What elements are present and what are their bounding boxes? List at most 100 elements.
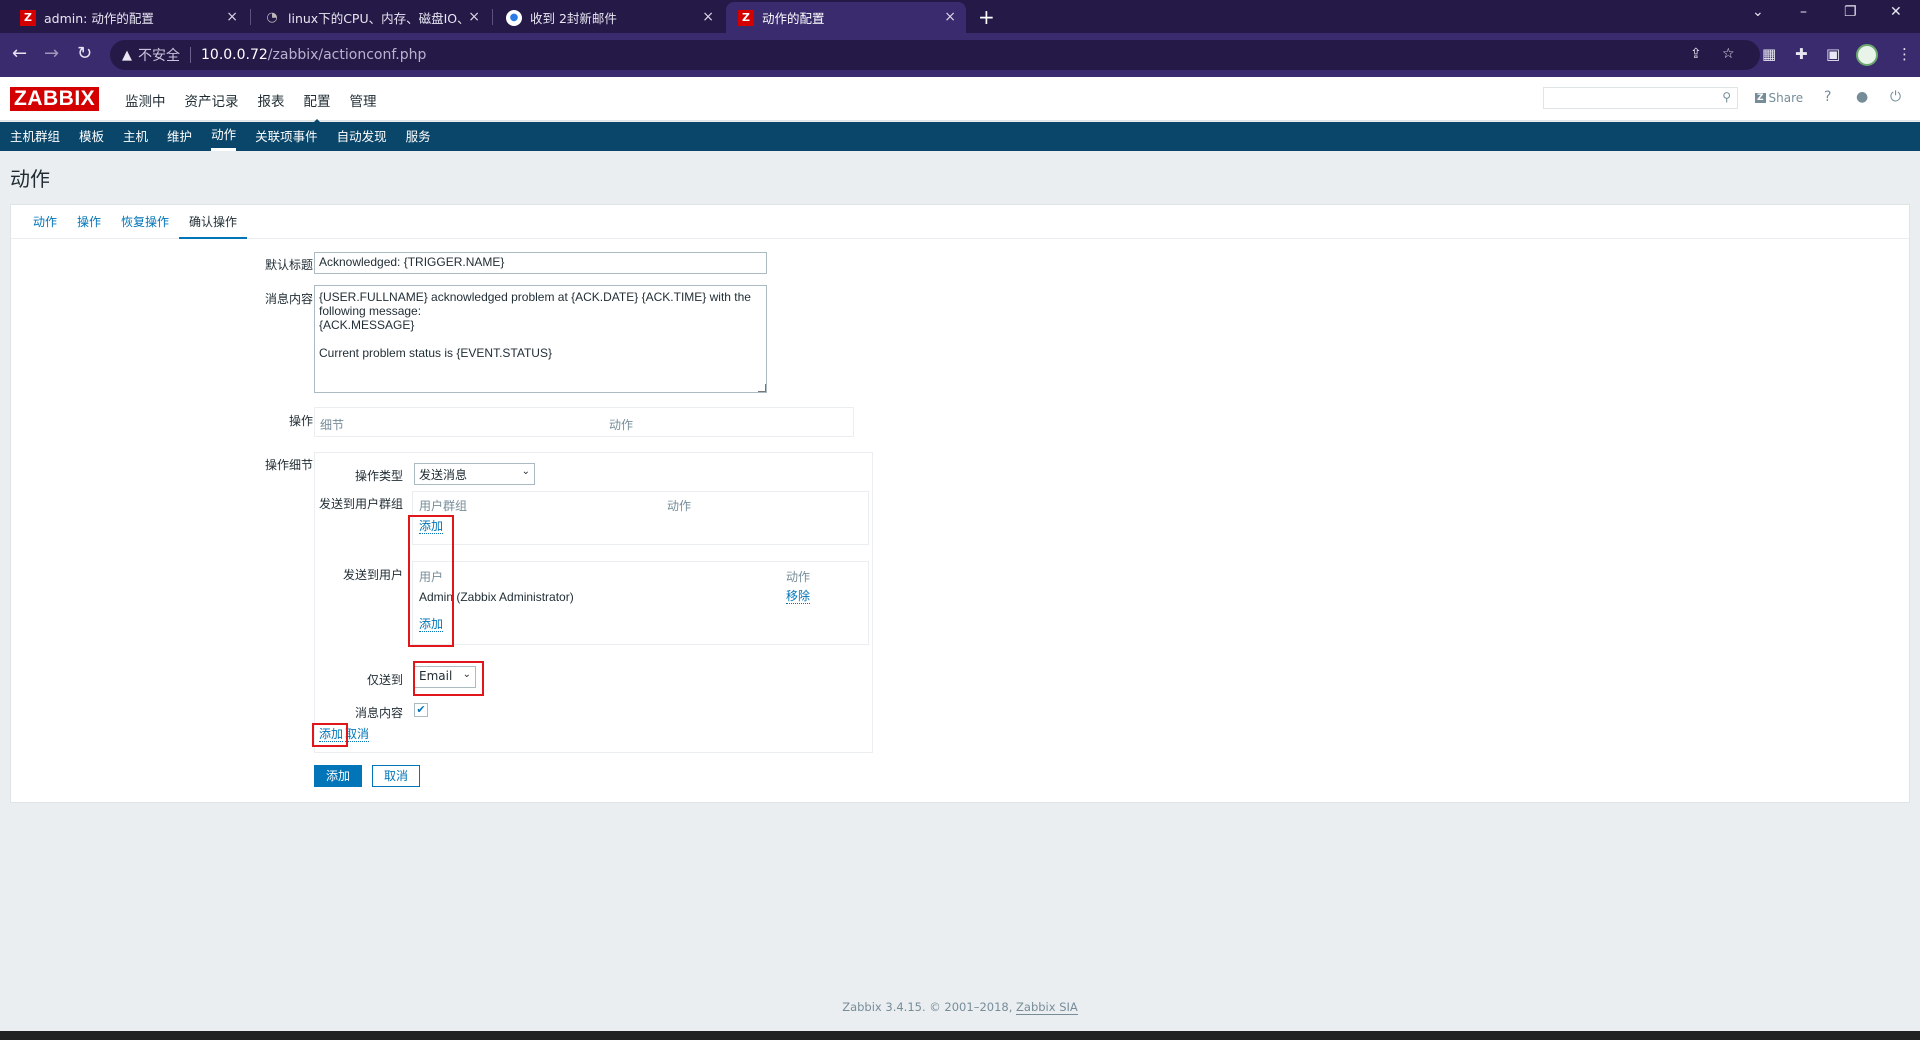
submenu-event-correlation[interactable]: 关联项事件	[255, 122, 318, 151]
submenu-discovery[interactable]: 自动发现	[337, 122, 387, 151]
tab-title: admin: 动作的配置	[44, 11, 154, 26]
submenu-host-groups[interactable]: 主机群组	[10, 122, 60, 151]
user-groups-table: 用户群组 动作 添加	[412, 491, 869, 545]
footer-zabbix-sia-link[interactable]: Zabbix SIA	[1016, 1000, 1078, 1015]
browser-tab-2[interactable]: ◔ linux下的CPU、内存、磁盘IO、 ×	[252, 2, 490, 33]
submenu-templates[interactable]: 模板	[79, 122, 104, 151]
warning-icon: ▲	[122, 47, 132, 63]
share-label: Share	[1768, 91, 1804, 105]
submenu-services[interactable]: 服务	[406, 122, 431, 151]
profile-avatar[interactable]	[1856, 44, 1878, 66]
send-to-users-label: 发送到用户	[342, 568, 403, 582]
default-message-label: 消息内容	[354, 706, 403, 720]
share-button[interactable]: Z Share	[1755, 91, 1803, 105]
submenu-maintenance[interactable]: 维护	[167, 122, 192, 151]
detail-cancel-link[interactable]: 取消	[345, 728, 370, 742]
add-button[interactable]: 添加	[314, 765, 362, 787]
zabbix-share-icon: Z	[1755, 93, 1766, 103]
insecure-label: 不安全	[138, 48, 180, 64]
new-tab-icon[interactable]: +	[978, 5, 995, 29]
minimize-icon[interactable]: –	[1800, 4, 1807, 20]
chevron-down-icon: ⌄	[521, 466, 530, 477]
browser-tab-bar: Z admin: 动作的配置 × ◔ linux下的CPU、内存、磁盘IO、 ×…	[0, 0, 1920, 33]
logout-icon[interactable]: ⏻	[1890, 89, 1901, 105]
browser-toolbar: ← → ↻ ▲ 不安全 10.0.0.72/zabbix/actionconf.…	[0, 33, 1920, 77]
menu-administration[interactable]: 管理	[350, 90, 377, 110]
close-icon[interactable]: ×	[468, 9, 480, 25]
zabbix-header: ZABBIX 监测中 资产记录 报表 配置 管理 ⚲ Z Share ? ● ⏻	[0, 77, 1920, 125]
remove-user-link[interactable]: 移除	[786, 590, 811, 604]
message-label: 消息内容	[264, 292, 313, 306]
operations-table: 细节 动作	[314, 407, 854, 437]
extension-icon[interactable]: ▦	[1762, 45, 1776, 63]
address-bar[interactable]: ▲ 不安全 10.0.0.72/zabbix/actionconf.php ⇪ …	[110, 40, 1760, 70]
help-icon[interactable]: ?	[1824, 89, 1831, 105]
default-message-checkbox[interactable]: ✔	[414, 703, 428, 717]
search-input[interactable]: ⚲	[1543, 87, 1738, 109]
textarea-resize-handle[interactable]	[758, 384, 766, 392]
default-subject-label: 默认标题	[264, 258, 313, 272]
menu-configuration[interactable]: 配置	[304, 90, 331, 125]
operation-type-value: 发送消息	[419, 468, 468, 482]
browser-tab-1[interactable]: Z admin: 动作的配置 ×	[8, 2, 248, 33]
sub-menu: 主机群组 模板 主机 维护 动作 关联项事件 自动发现 服务	[0, 122, 1920, 151]
submenu-hosts[interactable]: 主机	[123, 122, 148, 151]
reload-icon[interactable]: ↻	[77, 43, 92, 64]
highlight-detail-add-box	[312, 723, 348, 747]
user-profile-icon[interactable]: ●	[1856, 89, 1868, 105]
url-path: /zabbix/actionconf.php	[267, 47, 427, 63]
share-page-icon[interactable]: ⇪	[1690, 46, 1702, 62]
forward-arrow-icon[interactable]: →	[44, 43, 59, 64]
tab-operations[interactable]: 操作	[67, 205, 111, 238]
bookmark-star-icon[interactable]: ☆	[1722, 46, 1735, 62]
users-column-action: 动作	[786, 570, 811, 584]
main-menu: 监测中 资产记录 报表 配置 管理	[125, 90, 377, 125]
page-footer: Zabbix 3.4.15. © 2001–2018, Zabbix SIA	[0, 1000, 1920, 1015]
tab-title: linux下的CPU、内存、磁盘IO、	[288, 11, 470, 26]
close-icon[interactable]: ×	[226, 9, 238, 25]
menu-inventory[interactable]: 资产记录	[185, 90, 239, 110]
zabbix-logo[interactable]: ZABBIX	[10, 87, 100, 111]
puzzle-extensions-icon[interactable]: ✚	[1795, 45, 1808, 63]
operation-details-label: 操作细节	[264, 458, 313, 472]
tab-search-chevron-icon[interactable]: ⌄	[1752, 4, 1764, 20]
operation-details-box: 操作类型 发送消息 ⌄ 发送到用户群组 用户群组 动作 添加 发送到用户 用户 …	[314, 452, 873, 753]
users-table: 用户 动作 Admin (Zabbix Administrator) 移除 添加	[412, 561, 869, 645]
close-icon[interactable]: ×	[944, 9, 956, 25]
back-arrow-icon[interactable]: ←	[12, 43, 27, 64]
operations-column-action: 动作	[609, 418, 634, 432]
close-icon[interactable]: ×	[702, 9, 714, 25]
url-host: 10.0.0.72	[201, 47, 268, 63]
user-groups-column-action: 动作	[667, 499, 692, 513]
operations-label: 操作	[288, 414, 313, 428]
search-icon[interactable]: ⚲	[1722, 90, 1731, 104]
github-favicon-icon: ◔	[266, 10, 278, 25]
page-title: 动作	[10, 167, 50, 191]
menu-reports[interactable]: 报表	[258, 90, 285, 110]
tab-action[interactable]: 动作	[23, 205, 67, 238]
message-textarea[interactable]: {USER.FULLNAME} acknowledged problem at …	[314, 285, 767, 393]
tab-recovery-operations[interactable]: 恢复操作	[111, 205, 179, 238]
browser-menu-icon[interactable]: ⋮	[1897, 45, 1912, 63]
taskbar-strip	[0, 1031, 1920, 1040]
submenu-actions[interactable]: 动作	[211, 122, 237, 151]
send-to-user-groups-label: 发送到用户群组	[318, 497, 403, 511]
default-subject-input[interactable]: Acknowledged: {TRIGGER.NAME}	[314, 252, 767, 274]
tab-acknowledgement-operations[interactable]: 确认操作	[179, 205, 248, 239]
send-only-to-label: 仅送到	[366, 673, 403, 687]
action-form-panel: 动作 操作 恢复操作 确认操作 默认标题 Acknowledged: {TRIG…	[10, 204, 1910, 803]
operation-type-select[interactable]: 发送消息 ⌄	[414, 463, 535, 485]
tab-title: 收到 2封新邮件	[530, 11, 617, 26]
highlight-add-links-box	[408, 515, 454, 647]
browser-tab-3[interactable]: ● 收到 2封新邮件 ×	[494, 2, 724, 33]
zabbix-favicon-icon: Z	[20, 9, 36, 26]
cancel-button[interactable]: 取消	[372, 765, 420, 787]
restore-icon[interactable]: ❐	[1844, 4, 1857, 20]
sidebar-icon[interactable]: ▣	[1826, 45, 1840, 63]
zabbix-favicon-icon: Z	[738, 9, 754, 26]
user-groups-column-group: 用户群组	[419, 499, 468, 513]
footer-copyright: Zabbix 3.4.15. © 2001–2018,	[842, 1000, 1017, 1014]
window-close-icon[interactable]: ✕	[1890, 4, 1902, 20]
browser-tab-4-active[interactable]: Z 动作的配置 ×	[726, 2, 966, 33]
menu-monitoring[interactable]: 监测中	[125, 90, 166, 110]
